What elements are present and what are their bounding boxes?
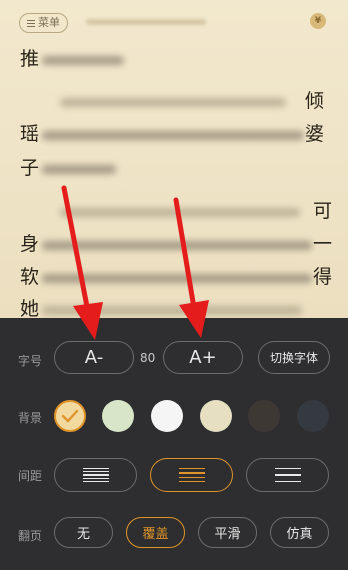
blurred-text — [42, 306, 302, 315]
bg-swatch-white[interactable] — [151, 400, 183, 432]
text-char: 倾 — [305, 90, 325, 112]
spacing-compact-icon — [82, 467, 109, 483]
text-char: 婆 — [305, 123, 325, 145]
switch-font-button[interactable]: 切换字体 — [258, 341, 330, 374]
spacing-medium-button[interactable] — [150, 458, 233, 492]
spacing-compact-button[interactable] — [54, 458, 137, 492]
background-label: 背景 — [18, 411, 43, 425]
bg-swatch-navy[interactable] — [297, 400, 329, 432]
blurred-text — [60, 208, 300, 217]
page-turn-simulate-button[interactable]: 仿真 — [270, 517, 329, 548]
text-char: 子 — [20, 157, 40, 179]
blurred-text — [42, 274, 312, 283]
font-increase-label: A+ — [189, 347, 217, 368]
spacing-loose-button[interactable] — [246, 458, 329, 492]
text-char: 可 — [313, 200, 333, 222]
spacing-label: 间距 — [18, 469, 43, 483]
page-turn-cover-button[interactable]: 覆盖 — [126, 517, 185, 548]
spacing-medium-icon — [178, 467, 205, 483]
chapter-title — [86, 19, 206, 25]
bg-swatch-brown[interactable] — [248, 400, 280, 432]
spacing-loose-icon — [274, 467, 301, 483]
reader-settings-panel: 字号 A- A+ 切换字体 背景 间距 翻页 无 覆盖 平滑 仿真 — [0, 318, 348, 570]
blurred-text — [42, 241, 312, 250]
menu-button[interactable]: 菜单 — [19, 13, 68, 33]
text-char: 身 — [20, 233, 40, 255]
font-increase-button[interactable]: A+ — [163, 341, 243, 374]
page-turn-label: 翻页 — [18, 529, 43, 543]
text-char: 得 — [313, 266, 333, 288]
bg-swatch-green[interactable] — [102, 400, 134, 432]
text-char: 推 — [20, 48, 40, 70]
switch-font-label: 切换字体 — [269, 351, 318, 365]
check-icon — [61, 409, 79, 423]
font-decrease-button[interactable]: A- — [54, 341, 134, 374]
font-decrease-label: A- — [84, 347, 104, 368]
blurred-text — [42, 165, 116, 174]
text-char: 软 — [20, 266, 40, 288]
blurred-text — [60, 98, 286, 107]
bg-swatch-beige[interactable] — [54, 400, 86, 432]
page-turn-smooth-label: 平滑 — [214, 527, 241, 542]
blurred-text — [42, 56, 124, 65]
page-turn-none-label: 无 — [76, 527, 90, 542]
page-turn-simulate-label: 仿真 — [286, 527, 313, 542]
blurred-text — [42, 131, 304, 140]
page-turn-cover-label: 覆盖 — [142, 527, 169, 542]
reading-area[interactable]: 菜单 ¥ 推 倾 瑶 婆 子 可 身 一 软 得 她 — [0, 0, 348, 318]
text-char: 她 — [20, 298, 40, 318]
text-char: 瑶 — [20, 123, 40, 145]
text-char: 一 — [313, 233, 333, 255]
menu-button-label: 菜单 — [38, 16, 60, 29]
menu-icon — [27, 18, 35, 29]
page-turn-smooth-button[interactable]: 平滑 — [198, 517, 257, 548]
font-size-label: 字号 — [18, 354, 43, 368]
bg-swatch-cream[interactable] — [200, 400, 232, 432]
page-turn-none-button[interactable]: 无 — [54, 517, 113, 548]
font-size-value: 80 — [140, 351, 156, 365]
coin-icon[interactable]: ¥ — [310, 13, 326, 29]
